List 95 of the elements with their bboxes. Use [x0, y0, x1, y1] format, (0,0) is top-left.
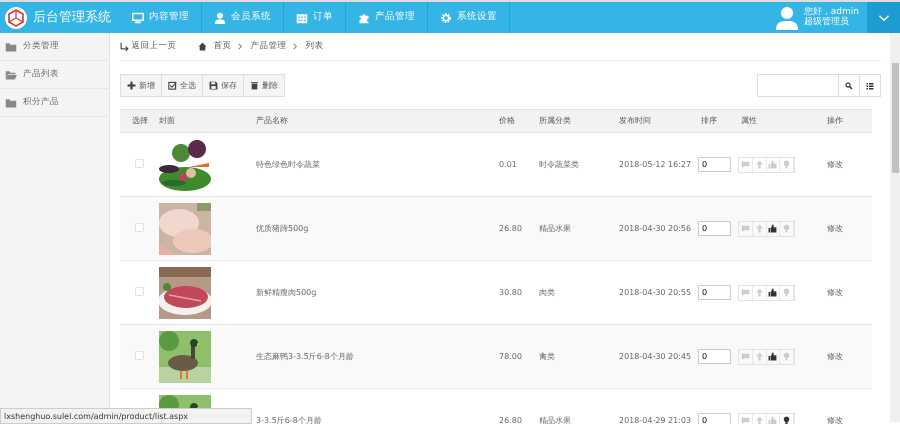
date-text: 2018-04-30 20:45 — [619, 352, 692, 360]
folder-icon — [5, 96, 17, 108]
arrow-up-icon[interactable] — [754, 352, 764, 361]
category-text: 精品水果 — [539, 416, 571, 424]
thumbs-up-icon[interactable] — [768, 160, 778, 169]
comment-icon[interactable] — [740, 352, 750, 361]
column-header: 选择 — [132, 116, 148, 125]
breadcrumb-link[interactable]: 列表 — [305, 40, 324, 53]
column-header: 操作 — [827, 116, 843, 125]
column-header: 所属分类 — [539, 116, 571, 125]
back-link[interactable]: 返回上一页 — [120, 40, 176, 53]
edit-link[interactable]: 修改 — [827, 416, 843, 424]
logo-icon — [4, 6, 28, 30]
folder-icon — [5, 68, 17, 80]
date-text: 2018-04-30 20:55 — [619, 288, 692, 296]
sort-field[interactable]: 0 — [698, 413, 731, 424]
product-link[interactable]: 生态麻鸭3-3.5斤6-8个月龄 — [256, 352, 354, 360]
puzzle-icon — [358, 12, 370, 24]
price-text: 0.01 — [499, 160, 517, 168]
breadcrumb-link[interactable]: 产品管理 — [250, 40, 286, 53]
price-text: 78.00 — [499, 352, 522, 360]
monitor-icon — [132, 12, 144, 24]
user-greeting: 您好，admin — [804, 8, 859, 17]
search-icon — [845, 80, 853, 90]
row-checkbox[interactable] — [135, 286, 144, 296]
edit-link[interactable]: 修改 — [827, 288, 843, 296]
date-text: 2018-04-29 21:03 — [619, 416, 692, 424]
folder-icon — [5, 40, 17, 52]
edit-link[interactable]: 修改 — [827, 352, 843, 360]
dropdown-button[interactable] — [867, 2, 900, 33]
price-text: 30.80 — [499, 288, 522, 296]
return-icon — [120, 42, 129, 51]
row-checkbox[interactable] — [135, 222, 144, 232]
product-link[interactable]: 特色绿色时令蔬菜 — [256, 160, 320, 168]
column-header: 产品名称 — [256, 116, 288, 125]
arrow-up-icon[interactable] — [754, 416, 764, 424]
edit-link[interactable]: 修改 — [827, 224, 843, 232]
column-header: 属性 — [741, 116, 757, 125]
home-icon — [198, 42, 208, 51]
category-text: 禽类 — [539, 352, 555, 360]
comment-icon[interactable] — [740, 224, 750, 233]
product-link[interactable]: 优质猪蹄500g — [256, 224, 308, 232]
row-checkbox[interactable] — [135, 350, 144, 360]
arrow-up-icon[interactable] — [754, 224, 764, 233]
row-checkbox[interactable] — [135, 158, 144, 168]
thumbs-up-icon[interactable] — [768, 416, 778, 424]
column-header: 发布时间 — [619, 116, 651, 125]
comment-icon[interactable] — [740, 288, 750, 297]
category-text: 肉类 — [539, 288, 555, 296]
url-tooltip: lxshenghuo.sulel.com/admin/product/list.aspx — [0, 408, 252, 424]
sidebar-item[interactable]: 积分产品 — [0, 89, 109, 117]
chevron-right-icon — [237, 43, 244, 50]
checkbox-icon — [168, 81, 177, 90]
thumbs-up-icon[interactable] — [768, 224, 778, 233]
user-role: 超级管理员 — [804, 18, 850, 28]
trash-icon — [250, 81, 259, 90]
user-icon — [214, 12, 226, 24]
settings-icon — [440, 12, 452, 24]
comment-icon[interactable] — [740, 416, 750, 424]
search-field[interactable] — [757, 74, 839, 97]
product-link[interactable]: 3-3.5斤6-8个月龄 — [256, 416, 322, 424]
save-icon — [209, 81, 218, 90]
search-button[interactable] — [839, 74, 860, 97]
sort-field[interactable]: 0 — [698, 349, 731, 364]
arrow-up-icon[interactable] — [754, 288, 764, 297]
sidebar-item[interactable]: 产品列表 — [0, 61, 109, 89]
column-header: 价格 — [499, 116, 515, 125]
thumbs-up-icon[interactable] — [768, 352, 778, 361]
column-header: 排序 — [701, 116, 717, 125]
edit-link[interactable]: 修改 — [827, 160, 843, 168]
calendar-icon — [296, 12, 308, 24]
date-text: 2018-05-12 16:27 — [619, 160, 692, 168]
chevron-right-icon — [292, 43, 300, 50]
arrow-up-icon[interactable] — [754, 160, 764, 169]
plus-icon — [127, 81, 136, 90]
app-title: 后台管理系统 — [33, 8, 111, 27]
price-text: 26.80 — [499, 416, 522, 424]
breadcrumb-link[interactable]: 首页 — [213, 40, 232, 53]
list-icon — [866, 80, 874, 90]
sort-field[interactable]: 0 — [698, 221, 731, 236]
sort-field[interactable]: 0 — [698, 157, 731, 172]
avatar-icon — [774, 6, 799, 30]
sidebar-item[interactable]: 分类管理 — [0, 33, 109, 61]
sort-field[interactable]: 0 — [698, 285, 731, 300]
product-link[interactable]: 新鲜精瘦肉500g — [256, 288, 316, 296]
list-view-button[interactable] — [860, 74, 881, 97]
comment-icon[interactable] — [740, 160, 750, 169]
column-header: 封面 — [159, 116, 175, 125]
category-text: 时令蔬菜类 — [539, 160, 579, 168]
price-text: 26.80 — [499, 224, 522, 232]
scrollbar[interactable] — [890, 33, 900, 422]
thumbs-up-icon[interactable] — [768, 288, 778, 297]
category-text: 精品水果 — [539, 224, 571, 232]
bulb-icon[interactable] — [782, 416, 792, 424]
date-text: 2018-04-30 20:56 — [619, 224, 692, 232]
